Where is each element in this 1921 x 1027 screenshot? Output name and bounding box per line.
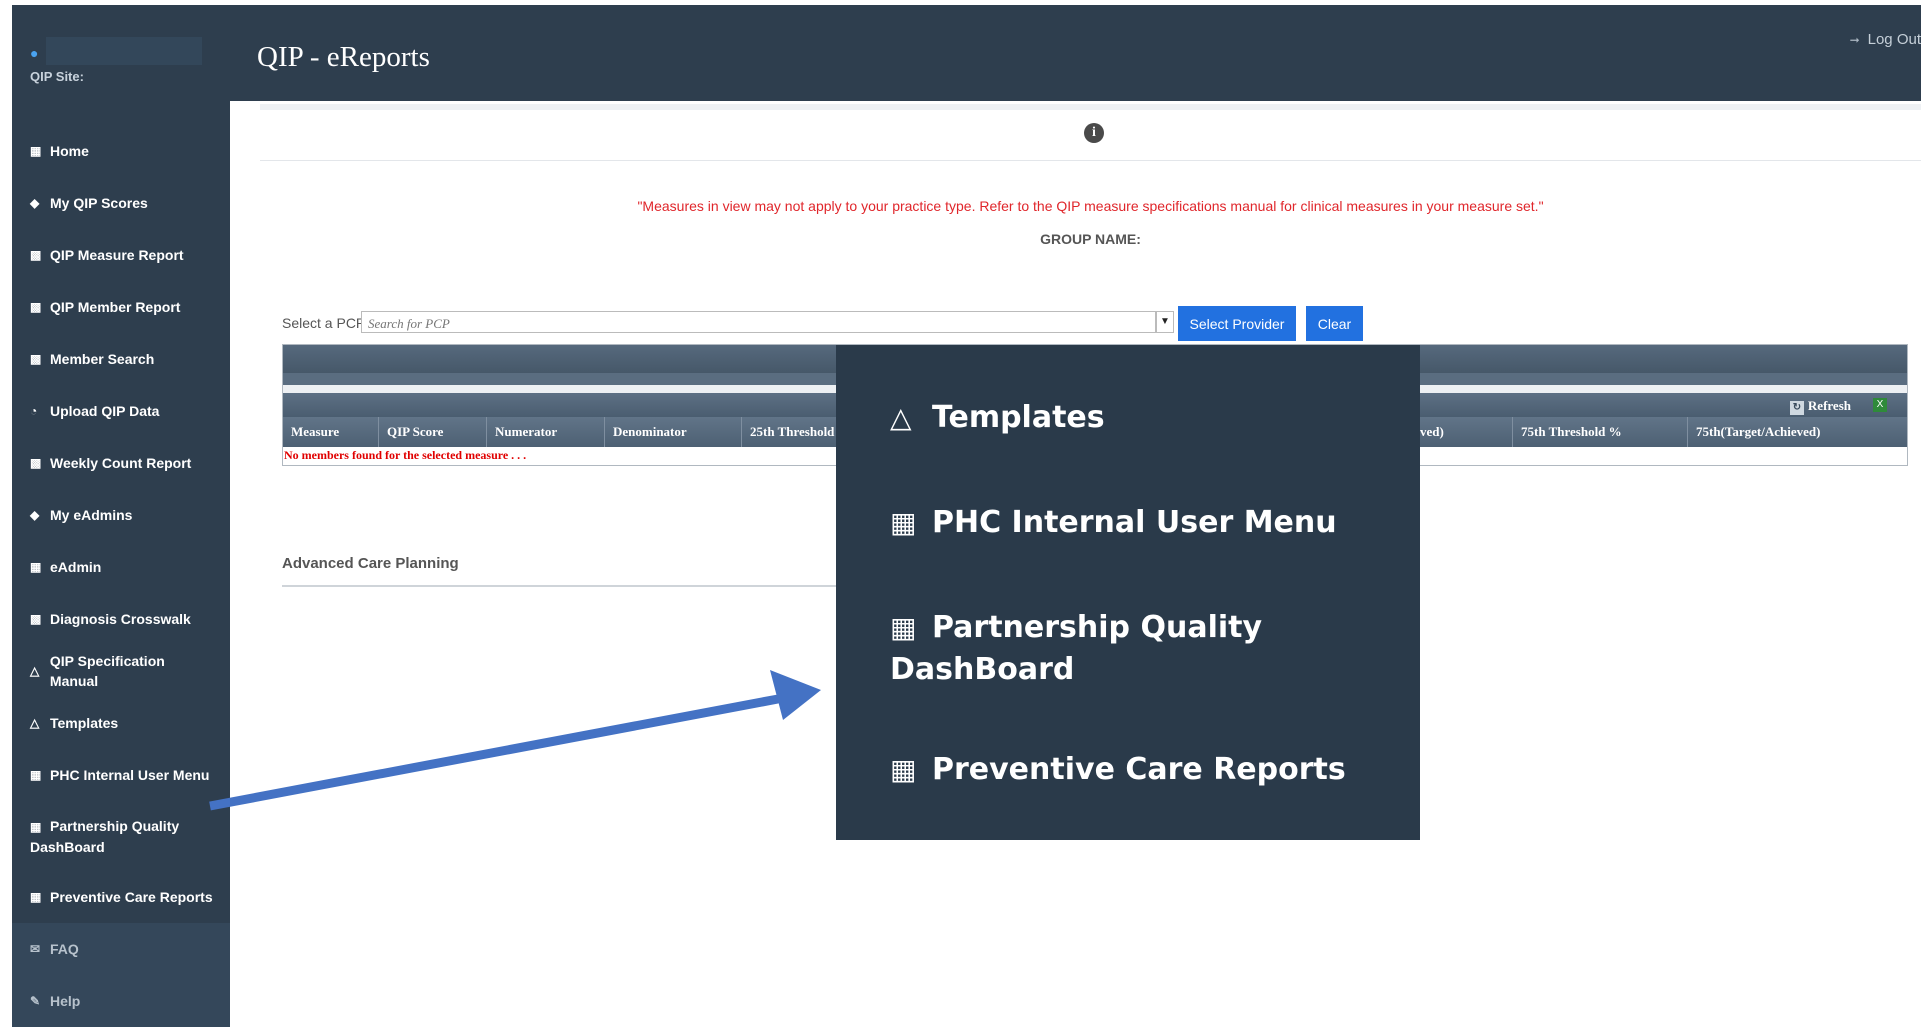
refresh-button[interactable]: ↻ Refresh: [1789, 398, 1851, 415]
grid-icon: ▦: [30, 144, 42, 158]
sidebar-item-partnership-quality-dashboard[interactable]: ▦ Partnership Quality DashBoard: [12, 801, 230, 871]
sidebar-item-home[interactable]: ▦ Home: [12, 125, 230, 177]
pcp-label: Select a PCP: [282, 315, 366, 331]
column-header[interactable]: Denominator: [605, 417, 742, 447]
callout-item-partnership-quality-dashboard: ▦ Partnership Quality DashBoard: [890, 607, 1410, 691]
sidebar-item-my-eadmins[interactable]: ◆ My eAdmins: [12, 489, 230, 541]
column-header[interactable]: ved): [1412, 417, 1513, 447]
section-title: Advanced Care Planning: [282, 555, 459, 572]
flask-icon: △: [30, 664, 40, 678]
sidebar-item-weekly-count-report[interactable]: ▩ Weekly Count Report: [12, 437, 230, 489]
measures-notice: "Measures in view may not apply to your …: [637, 198, 1544, 214]
grid-icon: ▦: [30, 560, 42, 574]
callout-item-preventive-care-reports: ▦ Preventive Care Reports: [890, 749, 1410, 791]
refresh-label: Refresh: [1807, 398, 1851, 413]
grid-icon: ▦: [890, 611, 917, 644]
sidebar-item-qip-member-report[interactable]: ▩ QIP Member Report: [12, 281, 230, 333]
bar-chart-icon: ▩: [30, 248, 42, 262]
sidebar-item-qip-specification-manual[interactable]: △ QIP Specification Manual: [12, 645, 230, 697]
sidebar-item-member-search[interactable]: ▩ Member Search: [12, 333, 230, 385]
top-bar: QIP - eReports ➞ Log Out: [230, 5, 1921, 101]
site-label: QIP Site:: [30, 69, 84, 84]
bar-chart-icon: ▩: [30, 352, 42, 366]
page-title: QIP - eReports: [257, 41, 430, 73]
pie-icon: ◔: [30, 404, 38, 418]
diamond-icon: ◆: [30, 508, 40, 522]
sidebar-item-qip-measure-report[interactable]: ▩ QIP Measure Report: [12, 229, 230, 281]
grid-icon: ▦: [890, 753, 917, 786]
zoom-callout: △ Templates ▦ PHC Internal User Menu ▦ Part…: [836, 345, 1420, 840]
user-block: ● QIP Site:: [12, 5, 230, 120]
grid-icon: ▦: [30, 890, 42, 904]
flask-icon: △: [890, 401, 912, 434]
refresh-icon: ↻: [1789, 401, 1804, 415]
flask-icon: △: [30, 716, 40, 730]
callout-item-label: Partnership Quality DashBoard: [890, 610, 1263, 687]
sidebar-item-upload-qip-data[interactable]: ◔ Upload QIP Data: [12, 385, 230, 437]
callout-item-label: Templates: [932, 400, 1105, 435]
sidebar-item-phc-internal-user-menu[interactable]: ▦ PHC Internal User Menu: [12, 749, 230, 801]
callout-item-phc-internal-user-menu: ▦ PHC Internal User Menu: [890, 502, 1410, 544]
column-header[interactable]: QIP Score: [379, 417, 487, 447]
callout-item-label: PHC Internal User Menu: [932, 505, 1337, 540]
logout-link[interactable]: ➞ Log Out: [1850, 31, 1921, 48]
sidebar-item-faq[interactable]: ✉ FAQ: [12, 923, 230, 975]
bar-chart-icon: ▩: [30, 300, 42, 314]
select-provider-button[interactable]: Select Provider: [1178, 306, 1296, 341]
sidebar-nav: ▦ Home ◆ My QIP Scores ▩ QIP Measure Report…: [12, 125, 230, 1027]
callout-item-label: Preventive Care Reports: [932, 752, 1346, 787]
grid-icon: ▦: [30, 819, 42, 834]
bar-chart-icon: ▩: [30, 612, 42, 626]
annotation-arrow-shaft: [209, 694, 779, 811]
column-header[interactable]: 75th(Target/Achieved): [1688, 417, 1907, 447]
pcp-search-field[interactable]: [361, 311, 1156, 333]
sidebar: ● QIP Site: ▦ Home ◆ My QIP Scores ▩ QIP Me…: [12, 5, 230, 1027]
callout-item-templates: △ Templates: [890, 397, 1410, 439]
sidebar-item-my-qip-scores[interactable]: ◆ My QIP Scores: [12, 177, 230, 229]
grid-icon: ▦: [30, 768, 42, 782]
annotation-arrow-head: [770, 670, 821, 720]
group-name-label: GROUP NAME:: [1040, 231, 1141, 247]
pcp-dropdown-arrow-icon[interactable]: ▼: [1156, 311, 1174, 333]
bar-chart-icon: ▩: [30, 456, 42, 470]
section-divider: [282, 585, 842, 587]
content-divider: [260, 160, 1921, 161]
empty-grid-message: No members found for the selected measur…: [284, 448, 527, 462]
info-icon[interactable]: i: [1084, 123, 1104, 143]
sidebar-item-help[interactable]: ✎ Help: [12, 975, 230, 1027]
clear-button[interactable]: Clear: [1306, 306, 1363, 341]
column-header[interactable]: 75th Threshold %: [1513, 417, 1688, 447]
edit-icon: ✎: [30, 994, 41, 1008]
envelope-icon: ✉: [30, 942, 41, 956]
logout-label: Log Out: [1867, 31, 1921, 48]
sidebar-item-diagnosis-crosswalk[interactable]: ▩ Diagnosis Crosswalk: [12, 593, 230, 645]
logout-icon: ➞: [1849, 33, 1860, 47]
grid-icon: ▦: [890, 506, 917, 539]
header-divider: [260, 104, 1921, 110]
sidebar-item-eadmin[interactable]: ▦ eAdmin: [12, 541, 230, 593]
sidebar-item-label: Partnership Quality DashBoard: [30, 817, 180, 855]
sidebar-item-preventive-care-reports[interactable]: ▦ Preventive Care Reports: [12, 871, 230, 923]
diamond-icon: ◆: [30, 196, 40, 210]
excel-export-icon[interactable]: X: [1873, 398, 1887, 412]
column-header[interactable]: Numerator: [487, 417, 605, 447]
column-header[interactable]: Measure: [283, 417, 379, 447]
sidebar-item-templates[interactable]: △ Templates: [12, 697, 230, 749]
pcp-search-input[interactable]: [366, 315, 1130, 333]
user-name-redacted: [46, 37, 202, 65]
user-icon: ●: [30, 45, 39, 61]
column-header[interactable]: 25th Threshold: [742, 417, 838, 447]
